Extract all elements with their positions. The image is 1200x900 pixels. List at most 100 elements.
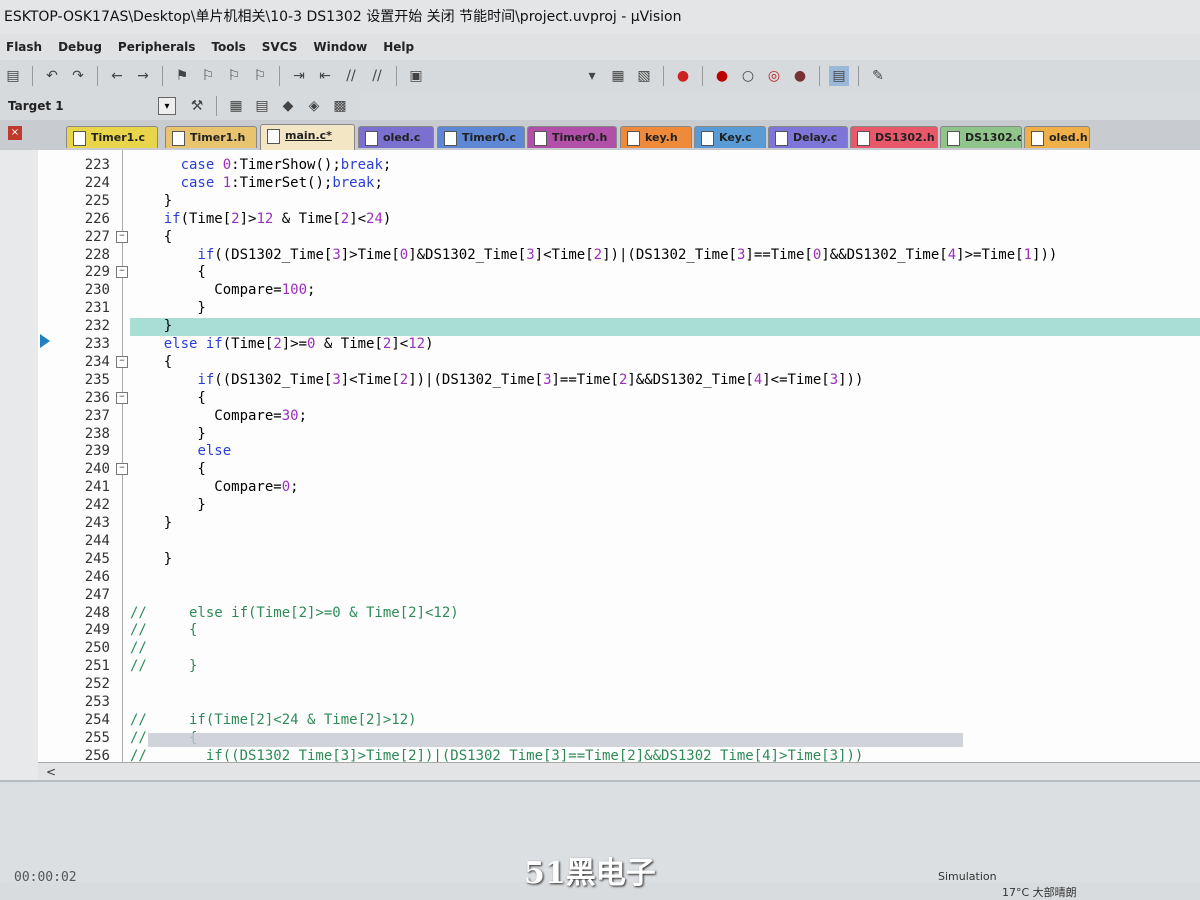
line-number: 250 bbox=[84, 640, 110, 657]
fold-toggle-icon[interactable]: − bbox=[116, 266, 128, 279]
code-line: 233 else if(Time[2]>=0 & Time[2]<12) bbox=[38, 335, 1200, 353]
fold-toggle-icon[interactable]: − bbox=[116, 355, 128, 368]
find-in-files-icon[interactable]: ▣ bbox=[406, 66, 426, 86]
code-line: 239 else bbox=[38, 442, 1200, 460]
undo-icon[interactable]: ↶ bbox=[42, 66, 62, 86]
code-line: 256 // if((DS1302_Time[3]>Time[2])|(DS130… bbox=[38, 747, 1200, 762]
toolbar-separator bbox=[663, 66, 664, 86]
code-line: 253 bbox=[38, 693, 1200, 711]
code-text: case 0:TimerShow();break; bbox=[180, 157, 392, 173]
target-dropdown-icon[interactable]: ▾ bbox=[158, 97, 176, 115]
tab-main-c[interactable]: main.c* bbox=[260, 124, 355, 150]
tab-oled-h[interactable]: oled.h bbox=[1024, 126, 1090, 148]
tab-oled-c[interactable]: oled.c bbox=[358, 126, 434, 148]
select-packs-icon[interactable]: ◆ bbox=[278, 96, 298, 116]
tab-timer1-c[interactable]: Timer1.c bbox=[66, 126, 158, 148]
pack-installer-icon[interactable]: ◈ bbox=[304, 96, 324, 116]
breakpoint-kill-icon[interactable]: ◎ bbox=[764, 66, 784, 86]
scrollbar-thumb[interactable] bbox=[148, 733, 963, 747]
dropdown-icon[interactable]: ▾ bbox=[582, 66, 602, 86]
redo-icon[interactable]: ↷ bbox=[68, 66, 88, 86]
code-line: 247 bbox=[38, 586, 1200, 604]
menu-help[interactable]: Help bbox=[377, 40, 424, 54]
code-text: } bbox=[130, 318, 173, 335]
line-number: 244 bbox=[84, 532, 110, 549]
code-text: // { bbox=[130, 622, 198, 639]
watermark: 51黑电子 bbox=[524, 856, 656, 891]
breakpoint-disable-icon[interactable]: ○ bbox=[738, 66, 758, 86]
code-line: 238 } bbox=[38, 425, 1200, 443]
code-line: 248 // else if(Time[2]>=0 & Time[2]<12) bbox=[38, 604, 1200, 622]
file-icon bbox=[775, 131, 788, 146]
fold-toggle-icon[interactable]: − bbox=[116, 391, 128, 404]
menu-debug[interactable]: Debug bbox=[52, 40, 112, 54]
menu-tools[interactable]: Tools bbox=[205, 40, 255, 54]
line-number: 251 bbox=[84, 658, 110, 675]
bookmark-prev-icon[interactable]: ⚐ bbox=[198, 66, 218, 86]
tab-timer0-h[interactable]: Timer0.h bbox=[527, 126, 617, 148]
menu-flash[interactable]: Flash bbox=[0, 40, 52, 54]
tab-label: Timer1.h bbox=[190, 131, 246, 144]
code-editor[interactable]: 223 case 0:TimerShow();break; 224 case 1:… bbox=[38, 150, 1200, 762]
horizontal-scrollbar[interactable]: < bbox=[38, 733, 1200, 781]
system-tray-weather: 17°C 大部晴朗 bbox=[1002, 886, 1077, 899]
close-panel-icon[interactable]: × bbox=[8, 126, 22, 140]
nav-forward-icon[interactable]: → bbox=[133, 66, 153, 86]
tab-timer0-c[interactable]: Timer0.c bbox=[437, 126, 525, 148]
breakpoint-enable-icon[interactable]: ● bbox=[790, 66, 810, 86]
build-icon[interactable]: ▦ bbox=[608, 66, 628, 86]
options-wrench-icon[interactable]: ✎ bbox=[868, 66, 888, 86]
line-number: 241 bbox=[84, 479, 110, 496]
code-line: 224 case 1:TimerSet();break; bbox=[38, 174, 1200, 192]
target-options-icon[interactable]: ⚒ bbox=[187, 96, 207, 116]
tab-label: Delay.c bbox=[793, 131, 838, 144]
line-number: 234 bbox=[84, 353, 110, 370]
bookmark-next-icon[interactable]: ⚐ bbox=[224, 66, 244, 86]
tab-ds1302-h[interactable]: DS1302.h bbox=[850, 126, 938, 148]
nav-back-icon[interactable]: ← bbox=[107, 66, 127, 86]
indent-icon[interactable]: ⇥ bbox=[289, 66, 309, 86]
tab-delay-c[interactable]: Delay.c bbox=[768, 126, 848, 148]
menu-window[interactable]: Window bbox=[307, 40, 377, 54]
tab-label: Timer0.h bbox=[552, 131, 608, 144]
line-number: 224 bbox=[84, 174, 110, 191]
tab-timer1-h[interactable]: Timer1.h bbox=[165, 126, 257, 148]
menu-svcs[interactable]: SVCS bbox=[256, 40, 308, 54]
fold-toggle-icon[interactable]: − bbox=[116, 230, 128, 243]
line-number: 254 bbox=[84, 711, 110, 728]
tab-ds1302-c[interactable]: DS1302.c bbox=[940, 126, 1022, 148]
code-line: 229− { bbox=[38, 263, 1200, 281]
tab-key-c[interactable]: Key.c bbox=[694, 126, 766, 148]
bookmark-clear-icon[interactable]: ⚐ bbox=[250, 66, 270, 86]
fold-toggle-icon[interactable]: − bbox=[116, 463, 128, 476]
line-number: 233 bbox=[84, 336, 110, 352]
manage-rte-icon[interactable]: ▩ bbox=[330, 96, 350, 116]
target-select[interactable]: Target 1 bbox=[8, 99, 158, 113]
toolbar-separator bbox=[216, 96, 217, 116]
file-extensions-icon[interactable]: ▤ bbox=[252, 96, 272, 116]
unindent-icon[interactable]: ⇤ bbox=[315, 66, 335, 86]
menu-peripherals[interactable]: Peripherals bbox=[112, 40, 206, 54]
file-icon bbox=[365, 131, 378, 146]
code-line: 228 if((DS1302_Time[3]>Time[0]&DS1302_Ti… bbox=[38, 246, 1200, 264]
manage-components-icon[interactable]: ▦ bbox=[226, 96, 246, 116]
code-line: 234− { bbox=[38, 353, 1200, 371]
scroll-left-icon[interactable]: < bbox=[46, 763, 56, 781]
code-text: Compare=100; bbox=[130, 282, 316, 299]
debug-zoom-icon[interactable]: ● bbox=[673, 66, 693, 86]
file-icon bbox=[857, 131, 870, 146]
comment-icon[interactable]: // bbox=[341, 66, 361, 86]
toolbar-separator bbox=[858, 66, 859, 86]
uncomment-icon[interactable]: // bbox=[367, 66, 387, 86]
rebuild-icon[interactable]: ▧ bbox=[634, 66, 654, 86]
bookmark-icon[interactable]: ⚑ bbox=[172, 66, 192, 86]
tab-key-h[interactable]: key.h bbox=[620, 126, 692, 148]
code-line: 243 } bbox=[38, 514, 1200, 532]
file-icon bbox=[947, 131, 960, 146]
paste-icon[interactable]: ▤ bbox=[3, 66, 23, 86]
line-number: 252 bbox=[84, 676, 110, 693]
window-layout-icon[interactable]: ▤ bbox=[829, 66, 849, 86]
code-text: } bbox=[130, 497, 206, 514]
breakpoint-icon[interactable]: ● bbox=[712, 66, 732, 86]
file-icon bbox=[534, 131, 547, 146]
